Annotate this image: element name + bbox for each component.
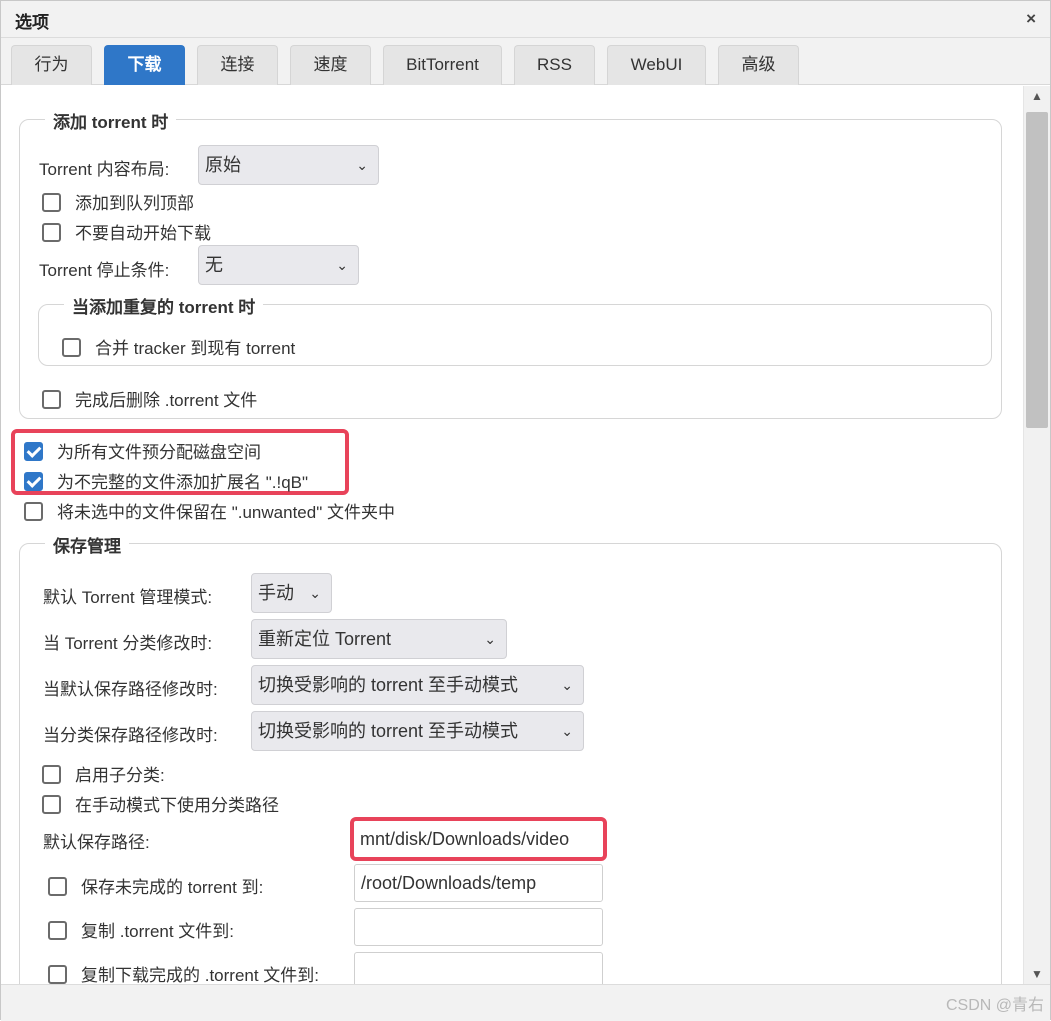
downloads-panel: 添加 torrent 时 Torrent 内容布局: 原始 ⌄ 添加到队列顶部 … (1, 86, 1023, 984)
tab-bittorrent[interactable]: BitTorrent (383, 45, 502, 85)
use-category-paths-row[interactable]: 在手动模式下使用分类路径 (42, 791, 279, 816)
add-torrent-legend: 添加 torrent 时 (45, 108, 177, 133)
keep-unwanted-checkbox[interactable] (24, 502, 43, 522)
tab-connection[interactable]: 连接 (197, 45, 278, 85)
copy-torrent-input[interactable] (354, 908, 603, 946)
chevron-down-icon: ⌄ (561, 723, 573, 739)
delete-torrent-file-row[interactable]: 完成后删除 .torrent 文件 (42, 386, 257, 411)
delete-torrent-file-checkbox[interactable] (42, 390, 61, 410)
stop-condition-label: Torrent 停止条件: (39, 261, 170, 280)
copy-finished-checkbox[interactable] (48, 965, 67, 984)
default-path-changed-value: 切换受影响的 torrent 至手动模式 (258, 675, 519, 695)
add-to-top-row[interactable]: 添加到队列顶部 (42, 189, 194, 214)
incomplete-path-row[interactable]: 保存未完成的 torrent 到: (48, 873, 263, 898)
default-path-changed-select[interactable]: 切换受影响的 torrent 至手动模式 ⌄ (251, 665, 584, 705)
chevron-down-icon: ⌄ (336, 257, 348, 273)
management-mode-select[interactable]: 手动 ⌄ (251, 573, 332, 613)
vertical-scrollbar[interactable]: ▲ ▼ (1023, 86, 1050, 984)
close-icon[interactable]: × (1026, 9, 1036, 29)
dialog-footer: CSDN @青右 (1, 984, 1050, 1021)
title-bar: 选项 × (1, 1, 1050, 38)
subcategories-row[interactable]: 启用子分类: (42, 761, 165, 786)
tab-downloads[interactable]: 下载 (104, 45, 185, 85)
category-path-changed-select[interactable]: 切换受影响的 torrent 至手动模式 ⌄ (251, 711, 584, 751)
delete-torrent-file-label: 完成后删除 .torrent 文件 (75, 391, 258, 410)
subcategories-checkbox[interactable] (42, 765, 61, 785)
incomplete-path-label: 保存未完成的 torrent 到: (81, 878, 264, 897)
management-mode-value: 手动 (258, 583, 294, 603)
tab-behavior[interactable]: 行为 (11, 45, 92, 85)
tab-advanced[interactable]: 高级 (718, 45, 799, 85)
content-layout-value: 原始 (205, 155, 241, 175)
copy-finished-row[interactable]: 复制下载完成的 .torrent 文件到: (48, 961, 319, 984)
use-category-paths-label: 在手动模式下使用分类路径 (75, 796, 279, 815)
default-save-path-input[interactable]: mnt/disk/Downloads/video (354, 821, 603, 857)
no-autostart-checkbox[interactable] (42, 223, 61, 243)
preallocate-label: 为所有文件预分配磁盘空间 (57, 443, 261, 462)
duplicate-torrent-legend: 当添加重复的 torrent 时 (64, 293, 264, 318)
category-changed-value: 重新定位 Torrent (258, 629, 392, 649)
copy-torrent-label: 复制 .torrent 文件到: (81, 922, 235, 941)
category-path-changed-label: 当分类保存路径修改时: (43, 726, 218, 745)
append-extension-label: 为不完整的文件添加扩展名 ".!qB" (57, 473, 309, 492)
incomplete-path-input[interactable]: /root/Downloads/temp (354, 864, 603, 902)
no-autostart-label: 不要自动开始下载 (75, 224, 211, 243)
merge-trackers-checkbox[interactable] (62, 338, 81, 358)
stop-condition-select[interactable]: 无 ⌄ (198, 245, 359, 285)
content-layout-select[interactable]: 原始 ⌄ (198, 145, 379, 185)
no-autostart-row[interactable]: 不要自动开始下载 (42, 219, 211, 244)
incomplete-path-checkbox[interactable] (48, 877, 67, 897)
copy-finished-input[interactable] (354, 952, 603, 984)
watermark: CSDN @青右 (945, 997, 1044, 1014)
save-management-legend: 保存管理 (45, 532, 129, 557)
chevron-down-icon: ⌄ (356, 157, 368, 173)
merge-trackers-label: 合并 tracker 到现有 torrent (95, 339, 296, 358)
chevron-down-icon: ⌄ (484, 631, 496, 647)
append-extension-row[interactable]: 为不完整的文件添加扩展名 ".!qB" (24, 468, 308, 493)
append-extension-checkbox[interactable] (24, 472, 43, 492)
subcategories-label: 启用子分类: (75, 766, 165, 785)
default-save-path-label: 默认保存路径: (43, 833, 150, 852)
category-changed-select[interactable]: 重新定位 Torrent ⌄ (251, 619, 507, 659)
stop-condition-value: 无 (205, 255, 223, 275)
copy-torrent-row[interactable]: 复制 .torrent 文件到: (48, 917, 234, 942)
add-to-top-checkbox[interactable] (42, 193, 61, 213)
preallocate-checkbox[interactable] (24, 442, 43, 462)
scrollbar-thumb[interactable] (1026, 112, 1048, 428)
merge-trackers-row[interactable]: 合并 tracker 到现有 torrent (62, 334, 295, 359)
content-layout-label: Torrent 内容布局: (39, 160, 170, 179)
preallocate-row[interactable]: 为所有文件预分配磁盘空间 (24, 438, 261, 463)
tab-webui[interactable]: WebUI (607, 45, 706, 85)
management-mode-label: 默认 Torrent 管理模式: (43, 588, 213, 607)
tab-speed[interactable]: 速度 (290, 45, 371, 85)
add-to-top-label: 添加到队列顶部 (75, 194, 194, 213)
copy-finished-label: 复制下载完成的 .torrent 文件到: (81, 966, 320, 984)
copy-torrent-checkbox[interactable] (48, 921, 67, 941)
use-category-paths-checkbox[interactable] (42, 795, 61, 815)
scroll-down-icon[interactable]: ▼ (1024, 964, 1050, 984)
dialog-title: 选项 (15, 13, 49, 32)
chevron-down-icon: ⌄ (309, 585, 321, 601)
tab-bar: 行为 下载 连接 速度 BitTorrent RSS WebUI 高级 (1, 38, 1050, 85)
options-dialog: 选项 × 行为 下载 连接 速度 BitTorrent RSS WebUI 高级… (0, 0, 1051, 1021)
scroll-up-icon[interactable]: ▲ (1024, 86, 1050, 106)
keep-unwanted-label: 将未选中的文件保留在 ".unwanted" 文件夹中 (57, 503, 395, 522)
category-changed-label: 当 Torrent 分类修改时: (43, 634, 213, 653)
chevron-down-icon: ⌄ (561, 677, 573, 693)
category-path-changed-value: 切换受影响的 torrent 至手动模式 (258, 721, 519, 741)
tab-rss[interactable]: RSS (514, 45, 595, 85)
keep-unwanted-row[interactable]: 将未选中的文件保留在 ".unwanted" 文件夹中 (24, 498, 395, 523)
default-path-changed-label: 当默认保存路径修改时: (43, 680, 218, 699)
